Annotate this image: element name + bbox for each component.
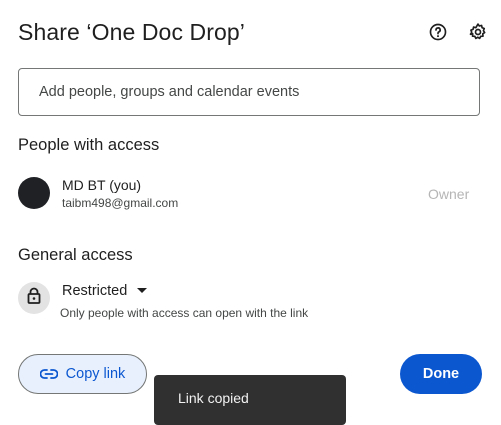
snackbar: Link copied bbox=[154, 375, 346, 425]
lock-badge bbox=[18, 282, 50, 314]
gear-icon bbox=[468, 22, 488, 47]
person-email: taibm498@gmail.com bbox=[62, 196, 179, 210]
add-people-input[interactable] bbox=[39, 69, 469, 115]
done-button[interactable]: Done bbox=[400, 354, 482, 394]
help-button[interactable] bbox=[426, 22, 450, 46]
general-access-description: Only people with access can open with th… bbox=[60, 306, 309, 320]
people-with-access-heading: People with access bbox=[18, 136, 160, 154]
settings-button[interactable] bbox=[466, 22, 490, 46]
copy-link-label: Copy link bbox=[65, 366, 126, 382]
general-access-selected: Restricted bbox=[62, 283, 128, 299]
caret-down-icon bbox=[137, 288, 148, 294]
help-circle-icon bbox=[428, 22, 448, 47]
copy-link-button[interactable]: Copy link bbox=[18, 354, 147, 394]
general-access-heading: General access bbox=[18, 246, 133, 264]
snackbar-message: Link copied bbox=[178, 390, 249, 406]
general-access-dropdown[interactable]: Restricted bbox=[56, 280, 153, 302]
add-people-field[interactable] bbox=[18, 68, 480, 116]
owner-role-label: Owner bbox=[428, 186, 470, 202]
lock-icon bbox=[26, 287, 42, 310]
dialog-title: Share ‘One Doc Drop’ bbox=[18, 19, 245, 45]
avatar bbox=[18, 177, 50, 209]
link-icon bbox=[39, 369, 58, 379]
person-name: MD BT (you) bbox=[62, 177, 142, 193]
